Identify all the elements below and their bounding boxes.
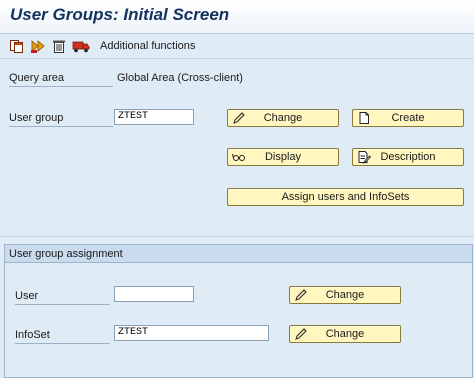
group-box-header: User group assignment xyxy=(5,245,472,263)
assign-users-infosets-button[interactable]: Assign users and InfoSets xyxy=(227,188,464,206)
user-group-label: User group xyxy=(9,112,113,127)
application-toolbar: Additional functions xyxy=(0,34,474,59)
additional-functions-menu[interactable]: Additional functions xyxy=(100,40,195,52)
change-button[interactable]: Change xyxy=(227,109,339,127)
user-group-input[interactable]: ZTEST xyxy=(114,109,194,125)
display-button[interactable]: Display xyxy=(227,148,339,166)
create-button[interactable]: Create xyxy=(352,109,464,127)
description-button[interactable]: Description xyxy=(352,148,464,166)
infoset-label: InfoSet xyxy=(15,329,110,344)
user-change-button[interactable]: Change xyxy=(289,286,401,304)
user-input[interactable] xyxy=(114,286,194,302)
infoset-change-button[interactable]: Change xyxy=(289,325,401,343)
group-box-title: User group assignment xyxy=(9,248,123,260)
infoset-input[interactable]: ZTEST xyxy=(114,325,269,341)
page-title: User Groups: Initial Screen xyxy=(10,5,230,24)
copy-icon[interactable] xyxy=(9,38,25,54)
transport-icon[interactable] xyxy=(72,38,90,54)
execute-icon[interactable] xyxy=(30,38,46,54)
query-area-value: Global Area (Cross-client) xyxy=(117,72,243,84)
user-group-assignment-box: User group assignment xyxy=(4,244,473,378)
query-area-label: Query area xyxy=(9,72,113,87)
delete-icon[interactable] xyxy=(51,38,67,54)
divider xyxy=(0,236,474,237)
user-label: User xyxy=(15,290,110,305)
title-bar: User Groups: Initial Screen xyxy=(0,0,474,34)
